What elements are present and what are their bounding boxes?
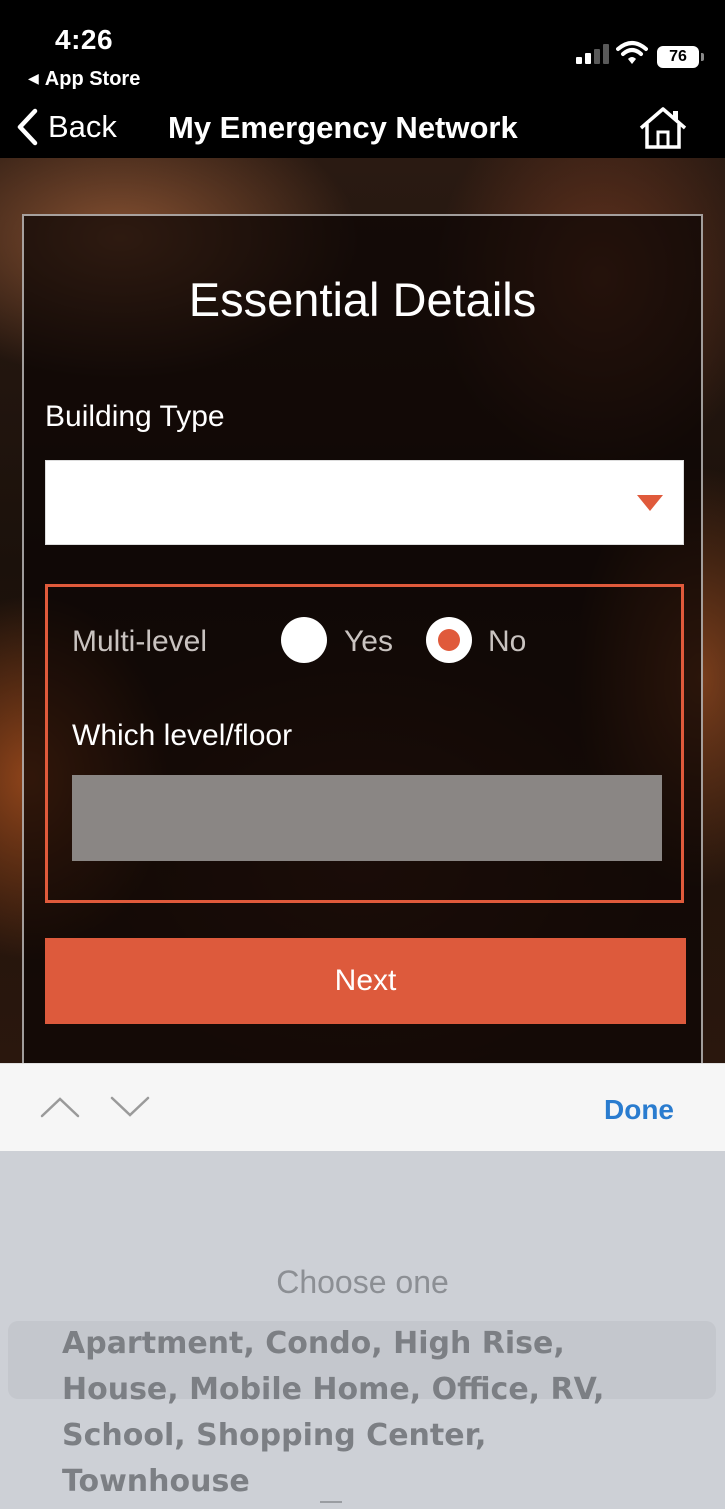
wifi-icon — [616, 41, 648, 64]
back-button-label: Back — [48, 109, 117, 144]
yes-label: Yes — [344, 625, 393, 658]
form-title: Essential Details — [188, 273, 537, 326]
back-to-app-label: App Store — [44, 68, 141, 90]
building-type-dropdown[interactable] — [45, 460, 684, 545]
building-type-picker[interactable]: Choose one Apartment, Condo, High Rise, … — [0, 1151, 725, 1509]
building-type-label: Building Type — [45, 400, 225, 433]
chevron-left-icon — [17, 108, 38, 146]
no-label: No — [488, 625, 527, 658]
done-button[interactable]: Done — [604, 1094, 674, 1126]
level-floor-input[interactable] — [72, 775, 662, 861]
home-icon[interactable] — [638, 106, 688, 150]
multi-level-label: Multi-level — [72, 625, 208, 658]
multi-level-section: Multi-level Yes No Which level/floor — [45, 584, 684, 903]
multi-level-no-radio[interactable] — [426, 617, 472, 663]
picker-divider — [320, 1501, 342, 1503]
back-triangle-icon: ◀ — [28, 70, 39, 86]
battery-icon: 76 — [657, 46, 704, 68]
status-bar: 4:26 ◀ App Store 76 — [0, 0, 725, 98]
back-button[interactable]: Back — [16, 108, 117, 146]
keyboard-accessory-bar: Done — [0, 1063, 725, 1151]
dropdown-caret-icon — [637, 495, 663, 511]
picker-options-text: Apartment, Condo, High Rise, House, Mobi… — [62, 1326, 605, 1499]
chevron-up-icon[interactable] — [40, 1096, 80, 1118]
back-to-app-link[interactable]: ◀ App Store — [28, 68, 140, 91]
app-screen: 4:26 ◀ App Store 76 Back My Emergency Net… — [0, 0, 725, 1509]
page-title: My Emergency Network — [168, 110, 518, 145]
status-time: 4:26 — [55, 24, 114, 55]
multi-level-yes-radio[interactable] — [281, 617, 327, 663]
next-button[interactable]: Next — [45, 938, 686, 1024]
navigation-bar: Back My Emergency Network — [0, 98, 725, 158]
picker-placeholder: Choose one — [276, 1264, 449, 1300]
chevron-down-icon[interactable] — [110, 1096, 150, 1118]
level-floor-label: Which level/floor — [72, 719, 293, 752]
essential-details-form: Essential Details Building Type Multi-le… — [22, 214, 703, 1063]
cellular-signal-icon — [576, 42, 610, 64]
